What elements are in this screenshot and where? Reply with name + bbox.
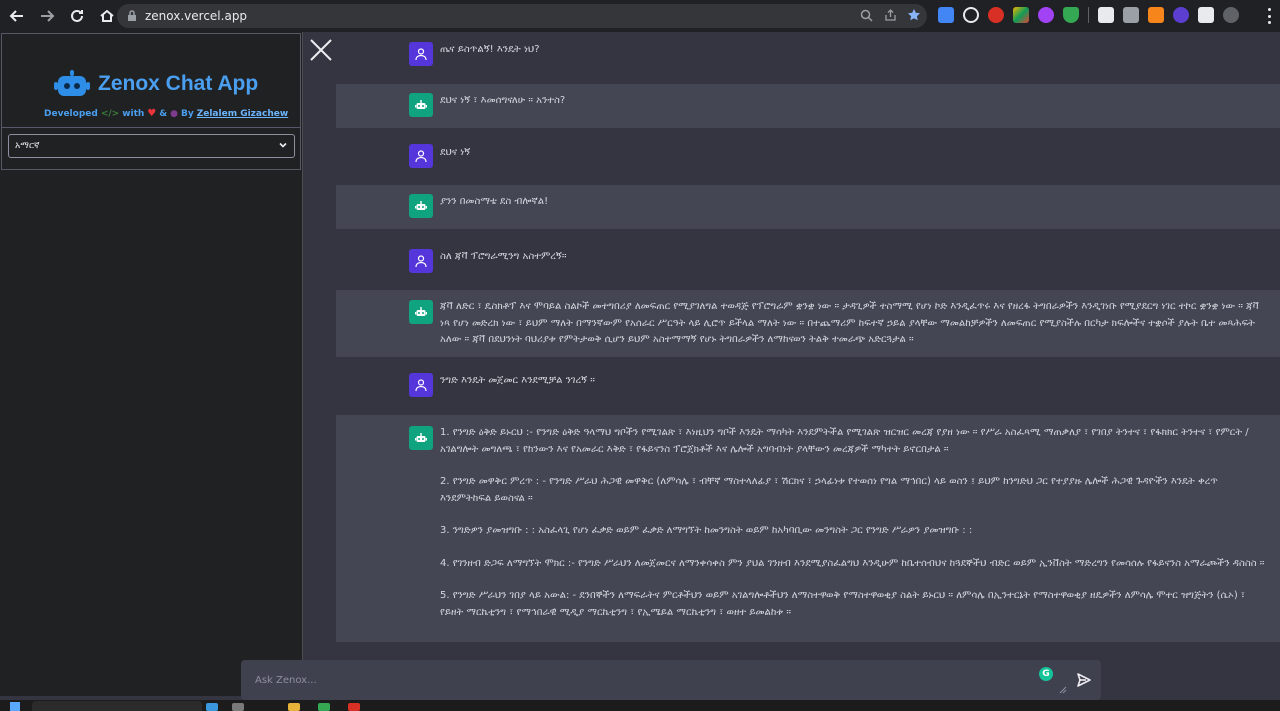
message-text: ደህና ነኝ [440, 147, 471, 158]
reload-icon [71, 9, 83, 22]
robot-icon [415, 307, 427, 316]
browser-toolbar: zenox.vercel.app [0, 0, 1280, 32]
sidebar: Zenox Chat App Developed </> with ♥ & ● … [0, 32, 303, 696]
zoom-icon[interactable] [859, 7, 873, 23]
language-selected-value: አማርኛ [15, 141, 40, 151]
code-icon: </> [100, 108, 120, 119]
bookmark-star-icon[interactable] [907, 7, 921, 23]
bot-avatar [409, 426, 433, 450]
message-text: ደህና ነኝ ፣ እመሰግናለሁ ። አንተስ? [440, 95, 566, 106]
user-icon [415, 379, 427, 392]
author-link[interactable]: Zelalem Gizachew [197, 109, 288, 119]
back-button[interactable] [4, 3, 30, 29]
resize-handle-icon[interactable] [1059, 686, 1067, 694]
address-bar[interactable]: zenox.vercel.app [117, 4, 927, 28]
logo-card: Zenox Chat App Developed </> with ♥ & ● … [1, 33, 301, 128]
taskbar-app-icon[interactable] [288, 703, 300, 711]
taskbar-app-icon[interactable] [348, 703, 360, 711]
message-text: ስለ ጃቫ ፕሮግራሚንግ አስተምረኝ። [440, 251, 567, 262]
message-text: ንግድ እንዴት መጀመር እንደሚቻል ንገረኝ ። [440, 375, 595, 386]
credit-with: with [122, 108, 145, 119]
taskbar-app-icon[interactable] [318, 703, 330, 711]
reload-button[interactable] [64, 3, 90, 29]
message-bot: ያንን በመስማቴ ደስ ብሎኛል! [336, 185, 1280, 229]
robot-icon [415, 201, 427, 210]
message-text: ያንን በመስማቴ ደስ ብሎኛል! [440, 196, 549, 207]
credit-developed: Developed [44, 108, 98, 119]
message-user: ስለ ጃቫ ፕሮግራሚንግ አስተምረኝ። [336, 229, 1280, 287]
credit-by: By [180, 108, 194, 119]
forward-button[interactable] [34, 3, 60, 29]
robot-icon [54, 70, 90, 98]
close-sidebar-icon[interactable] [308, 37, 334, 63]
windows-start-icon[interactable] [10, 702, 20, 711]
message-bot: ደህና ነኝ ፣ እመሰግናለሁ ። አንተስ? [336, 84, 1280, 128]
paragraph: 1. የንግድ ዕቅድ ይኑርህ :- የንግድ ዕቅድ ዓላማህ ግቦችን የ… [440, 427, 1249, 455]
language-row: አማርኛ [1, 128, 301, 170]
developer-credits: Developed </> with ♥ & ● By Zelalem Giza… [44, 108, 288, 119]
message-bot: 1. የንግድ ዕቅድ ይኑርህ :- የንግድ ዕቅድ ዓላማህ ግቦችን የ… [336, 415, 1280, 642]
react-extension-icon[interactable] [963, 7, 979, 23]
message-user: ደህና ነኝ [336, 128, 1280, 179]
user-avatar [409, 249, 433, 273]
os-taskbar [0, 700, 1280, 711]
chat-messages: ጤና ይስጥልኝ! እንዴት ነህ? ደህና ነኝ ፣ እመሰግናለሁ ። አን… [336, 32, 1280, 642]
colorful-extension-icon[interactable] [1013, 7, 1029, 23]
robot-icon [415, 100, 427, 109]
heart-icon: ♥ [147, 108, 157, 119]
taskbar-search[interactable] [32, 701, 202, 711]
paragraph: 4. የገንዘብ ድጋፍ ለማግኘት ሞክር :- የንግድ ሥራህን ለመጀመ… [440, 557, 1265, 569]
puzzle-extension-icon[interactable] [1198, 7, 1214, 23]
logo: Zenox Chat App [54, 70, 258, 98]
message-user: ንግድ እንዴት መጀመር እንደሚቻል ንገረኝ ። [336, 357, 1280, 415]
divider-icon [1088, 7, 1089, 23]
message-text: 1. የንግድ ዕቅድ ይኑርህ :- የንግድ ዕቅድ ዓላማህ ግቦችን የ… [440, 425, 1270, 637]
user-icon [415, 150, 427, 163]
chat-input[interactable] [255, 672, 955, 688]
user-avatar [409, 144, 433, 168]
arrow-left-icon [9, 10, 23, 22]
grammarly-icon[interactable]: G [1039, 667, 1053, 681]
browser-menu-icon[interactable] [1268, 8, 1272, 24]
user-avatar [409, 42, 433, 66]
message-text: ጃቫ ለድር ፣ ዴስክቶፕ እና ሞባይል ስልኮች መተግበሪያ ለመፍጠር… [440, 301, 1259, 345]
camera-extension-icon[interactable] [1123, 7, 1139, 23]
user-avatar [409, 373, 433, 397]
robot-icon [415, 433, 427, 442]
lock-icon [128, 10, 136, 21]
cb-extension-icon[interactable] [1098, 7, 1114, 23]
url-text: zenox.vercel.app [145, 9, 248, 23]
send-icon[interactable] [1076, 672, 1092, 688]
home-icon [100, 9, 114, 22]
bot-avatar [409, 300, 433, 324]
app-title: Zenox Chat App [98, 72, 259, 95]
message-text: ጤና ይስጥልኝ! እንዴት ነህ? [440, 44, 540, 55]
profile-avatar[interactable] [1223, 7, 1239, 23]
chat-input-bar: G [241, 660, 1101, 700]
user-icon [415, 48, 427, 61]
purple-extension-icon[interactable] [1038, 7, 1054, 23]
metamask-extension-icon[interactable] [1148, 7, 1164, 23]
share-icon[interactable] [883, 7, 897, 23]
coffee-icon: ● [170, 108, 178, 119]
shield-extension-icon[interactable] [1063, 7, 1079, 23]
paragraph: 5. የንግድ ሥራህን ገበያ ላይ አውል: - ደንበኞችን ለማፍራትና… [440, 590, 1246, 618]
translate-extension-icon[interactable] [938, 7, 954, 23]
chevron-down-icon [279, 142, 287, 148]
language-select[interactable]: አማርኛ [8, 134, 295, 158]
bot-avatar [409, 194, 433, 218]
meeting-extension-icon[interactable] [1173, 7, 1189, 23]
opera-extension-icon[interactable] [988, 7, 1004, 23]
taskbar-app-icon[interactable] [206, 703, 218, 711]
message-user: ጤና ይስጥልኝ! እንዴት ነህ? [336, 32, 1280, 76]
taskbar-app-icon[interactable] [232, 703, 244, 711]
message-bot: ጃቫ ለድር ፣ ዴስክቶፕ እና ሞባይል ስልኮች መተግበሪያ ለመፍጠር… [336, 290, 1280, 357]
credit-and: & [159, 108, 168, 119]
paragraph: 2. የንግድ መዋቅር ምረጥ : - የንግድ ሥራህ ሕጋዊ መዋቅር (… [440, 476, 1218, 504]
arrow-right-icon [41, 10, 55, 22]
user-icon [415, 255, 427, 268]
bot-avatar [409, 93, 433, 117]
paragraph: 3. ንግድዎን ያመዝግቡ : : አስፈላጊ የሆነ ፈቃድ ወይም ፈቃድ… [440, 525, 973, 536]
